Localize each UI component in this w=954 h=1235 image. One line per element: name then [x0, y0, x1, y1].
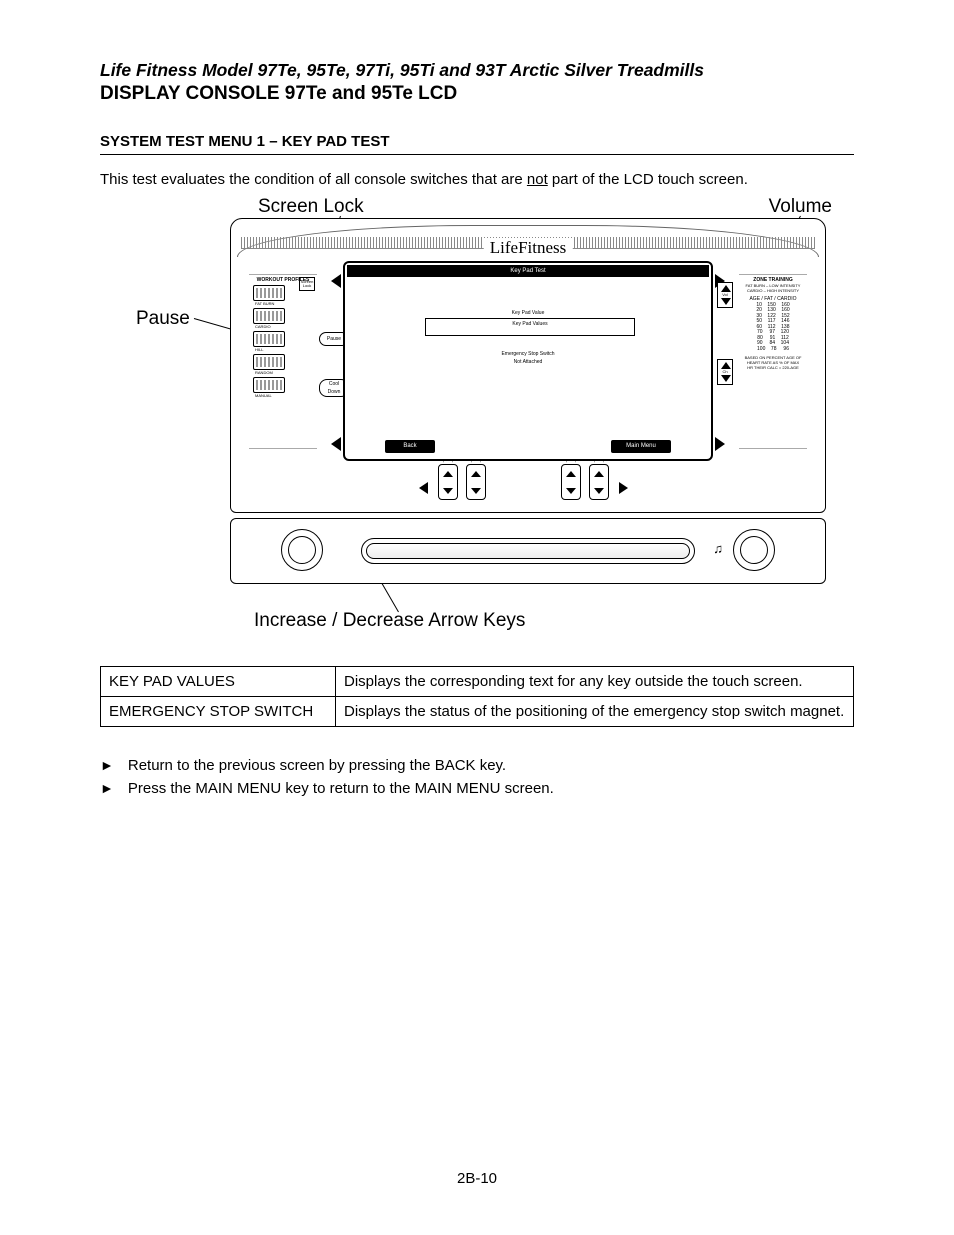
callout-volume: Volume [769, 196, 832, 218]
arrow-left-icon [419, 482, 428, 494]
lifefitness-logo: LifeFitness [484, 238, 573, 258]
intro-text: This test evaluates the condition of all… [100, 171, 854, 188]
profile-icon [253, 331, 285, 347]
screen-lock-icon: Screen Lock [299, 277, 315, 291]
profile-label: CARDIO [255, 324, 317, 329]
arrow-key[interactable] [561, 464, 581, 500]
table-row: EMERGENCY STOP SWITCH Displays the statu… [101, 697, 854, 727]
bezel-arrow-left-icon [331, 274, 341, 288]
table-row: 100 78 96 [739, 347, 807, 353]
values-table: KEY PAD VALUES Displays the correspondin… [100, 666, 854, 727]
cell-val: Displays the corresponding text for any … [336, 667, 854, 697]
profile-icon [253, 354, 285, 370]
bullet-list: ► Return to the previous screen by press… [100, 755, 854, 800]
bullet-arrow-icon: ► [100, 755, 114, 778]
cell-val: Displays the status of the positioning o… [336, 697, 854, 727]
arrow-key[interactable] [438, 464, 458, 500]
lcd-ess-l2: Not Attached [345, 359, 711, 365]
vol-label: Vol [718, 292, 732, 297]
bullet-text: Press the MAIN MENU key to return to the… [128, 778, 554, 801]
table-row: KEY PAD VALUES Displays the correspondin… [101, 667, 854, 697]
ch-label: Ch [718, 369, 732, 374]
main-menu-button[interactable]: Main Menu [611, 440, 671, 453]
cell-key: KEY PAD VALUES [101, 667, 336, 697]
profile-icon [253, 285, 285, 301]
heart-rate-table: AGE / FAT / CARDIO 10 150 160 20 130 160… [739, 297, 807, 352]
bullet-arrow-icon: ► [100, 778, 114, 801]
section-title: SYSTEM TEST MENU 1 – KEY PAD TEST [100, 133, 854, 150]
lcd-kpv-text: Key Pad Values [426, 319, 634, 327]
zone-footnote: BASED ON PERCENT AGE OF HEART RATE AS % … [739, 355, 807, 370]
callout-screen-lock: Screen Lock [258, 196, 364, 218]
crossbar [361, 538, 695, 564]
profile-label: RANDOM [255, 370, 317, 375]
profile-label: FAT BURN [255, 301, 317, 306]
arrow-right-icon [619, 482, 628, 494]
intro-pre: This test evaluates the condition of all… [100, 171, 527, 188]
workout-profiles-panel: WORKOUT PROFILES FAT BURN CARDIO HILL RA… [249, 274, 317, 449]
section-rule [100, 154, 854, 155]
page-title: DISPLAY CONSOLE 97Te and 95Te LCD [100, 83, 854, 105]
callout-arrows: Increase / Decrease Arrow Keys [254, 610, 525, 632]
profile-label: MANUAL [255, 393, 317, 398]
back-button[interactable]: Back [385, 440, 435, 453]
list-item: ► Return to the previous screen by press… [100, 755, 854, 778]
profile-label: HILL [255, 347, 317, 352]
arrow-key-cluster [438, 464, 486, 500]
arrow-key[interactable] [589, 464, 609, 500]
bezel-arrow-left-icon [331, 437, 341, 451]
zone-sub: CARDIO – HIGH INTENSITY [739, 288, 807, 293]
zone-training-panel: ZONE TRAINING FAT BURN – LOW INTENSITY C… [739, 274, 807, 449]
console-handlebar: ♫ [230, 518, 826, 584]
profile-icon [253, 308, 285, 324]
lcd-screen: Key Pad Test Key Pad Value Key Pad Value… [343, 261, 713, 461]
headphone-icon: ♫ [713, 541, 723, 556]
list-item: ► Press the MAIN MENU key to return to t… [100, 778, 854, 801]
intro-post: part of the LCD touch screen. [548, 171, 748, 188]
lcd-kpv-label: Key Pad Value [345, 310, 711, 316]
channel-rocker[interactable]: Ch [717, 359, 733, 385]
lcd-ess-l1: Emergency Stop Switch [345, 351, 711, 357]
console-diagram: Screen Lock Volume Pause Cool Down Chann… [122, 196, 832, 636]
cell-key: EMERGENCY STOP SWITCH [101, 697, 336, 727]
console-top: LifeFitness WORKOUT PROFILES FAT BURN CA… [230, 218, 826, 513]
page-number: 2B-10 [100, 1170, 854, 1187]
handgrip-left [281, 529, 323, 571]
lcd-title: Key Pad Test [347, 265, 709, 277]
arrow-key-cluster [561, 464, 609, 500]
bullet-text: Return to the previous screen by pressin… [128, 755, 506, 778]
profile-icon [253, 377, 285, 393]
callout-pause: Pause [136, 308, 190, 330]
bezel-arrow-right-icon [715, 437, 725, 451]
handgrip-right [733, 529, 775, 571]
product-line: Life Fitness Model 97Te, 95Te, 97Ti, 95T… [100, 60, 854, 81]
volume-rocker[interactable]: Vol [717, 282, 733, 308]
lcd-kpv-box: Key Pad Values [425, 318, 635, 336]
intro-underlined: not [527, 171, 548, 188]
console-outline: LifeFitness WORKOUT PROFILES FAT BURN CA… [230, 218, 826, 588]
arrow-key[interactable] [466, 464, 486, 500]
